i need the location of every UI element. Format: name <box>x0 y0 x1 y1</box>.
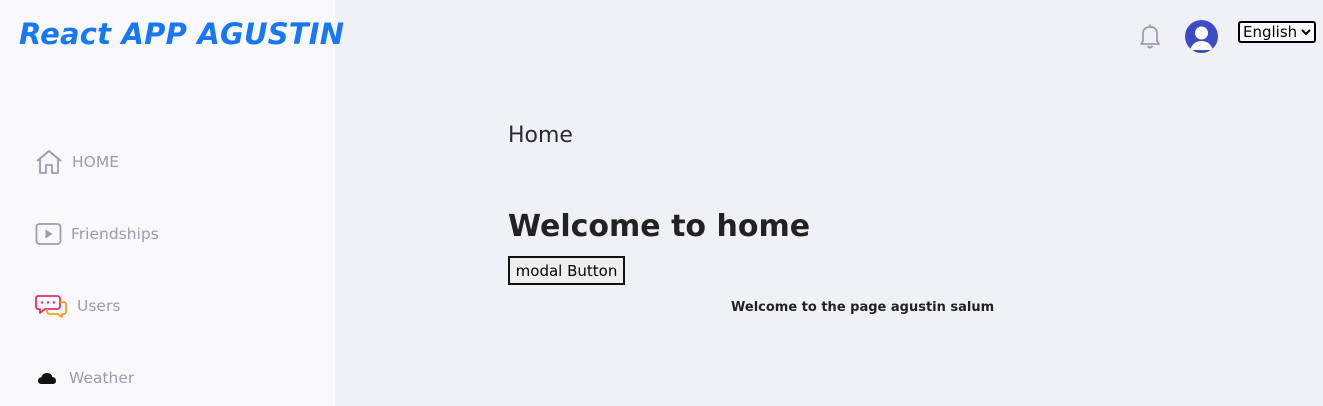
language-select-value: English <box>1243 23 1298 41</box>
sidebar-item-label: Weather <box>69 369 135 387</box>
language-select[interactable]: English <box>1238 21 1316 43</box>
play-icon <box>34 221 62 247</box>
welcome-heading: Welcome to home <box>508 209 811 244</box>
user-avatar-icon[interactable] <box>1185 20 1218 53</box>
sidebar-item-home[interactable]: HOME <box>34 147 119 177</box>
page-title: Home <box>508 123 573 148</box>
bell-icon[interactable] <box>1138 22 1162 50</box>
modal-button[interactable]: modal Button <box>508 256 625 285</box>
home-icon <box>34 148 64 176</box>
brand-title[interactable]: React APP AGUSTIN <box>19 17 344 51</box>
welcome-message: Welcome to the page agustin salum <box>731 300 995 315</box>
sidebar-item-label: HOME <box>72 153 120 171</box>
chat-bubbles-icon <box>34 292 68 320</box>
sidebar-item-weather[interactable]: Weather <box>36 363 134 393</box>
sidebar-item-label: Users <box>77 297 121 315</box>
sidebar: React APP AGUSTIN HOME Friendships Users… <box>0 0 344 406</box>
sidebar-item-users[interactable]: Users <box>34 291 120 321</box>
chevron-down-icon <box>1301 26 1311 39</box>
sidebar-item-friendships[interactable]: Friendships <box>34 219 159 249</box>
sidebar-item-label: Friendships <box>71 225 159 243</box>
cloud-icon <box>36 368 58 388</box>
